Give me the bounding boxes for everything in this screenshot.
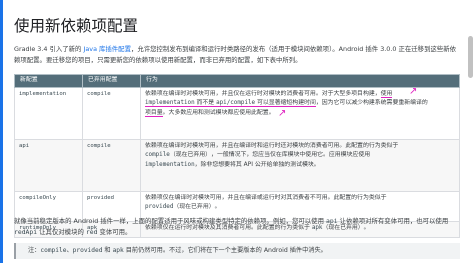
page-title: 使用新依赖项配置 bbox=[14, 17, 139, 35]
annotation-arrow-icon: ↗ bbox=[409, 86, 418, 97]
paragraph-text: 让其仅对模块的 bbox=[37, 227, 86, 236]
variant-paragraph: 就像当前稳定版本的 Android 插件一样，上面的配置适用于风味或构建类型特定… bbox=[14, 216, 460, 237]
cell-new-config: api bbox=[14, 139, 83, 192]
inline-code: redApi bbox=[14, 227, 38, 236]
scrollbar-thumb[interactable] bbox=[468, 36, 473, 78]
annotation-arrow-icon: ↗ bbox=[278, 108, 287, 119]
inline-code: apk bbox=[112, 247, 124, 254]
inline-code: provided bbox=[72, 247, 103, 254]
inline-code: red bbox=[85, 227, 98, 236]
behavior-text: ，除非您想要将其 API 公开给单独的测试模块。 bbox=[194, 161, 320, 168]
note-text: 目前仍然可用。不过，它们将在下一个主要版本的 Android 插件中消失。 bbox=[123, 247, 327, 254]
highlighted-text: 项目量 bbox=[145, 109, 163, 117]
left-accent-bar bbox=[0, 0, 3, 263]
deprecation-note: 注：compile、provided 和 apk 目前仍然可用。不过，它们将在下… bbox=[14, 243, 460, 259]
cell-new-config: implementation bbox=[14, 87, 83, 140]
inline-code: compile bbox=[145, 152, 170, 159]
java-library-plugin-link[interactable]: Java 库插件配置 bbox=[83, 45, 130, 53]
inline-code: api bbox=[326, 217, 338, 225]
intro-text-1: Gradle 3.4 引入了新的 bbox=[14, 45, 84, 53]
highlighted-code: api/compile bbox=[216, 100, 256, 108]
inline-code: compile bbox=[40, 247, 67, 254]
cell-deprecated-config: compile bbox=[82, 139, 141, 192]
behavior-text: （现在已弃用）。 bbox=[173, 204, 221, 211]
note-label: 注： bbox=[28, 247, 41, 254]
paragraph-text: 变体可用。 bbox=[97, 227, 132, 236]
note-text: 和 bbox=[102, 247, 113, 254]
cell-behavior: 依赖项在编译时对模块可用，并且在编译时和运行时还对模块的消费者可用。此配置的行为… bbox=[140, 139, 460, 192]
header-deprecated-config: 已弃用配置 bbox=[82, 74, 141, 88]
highlighted-text: 可以显著缩短构建时间 bbox=[255, 100, 316, 108]
highlighted-code: implementation bbox=[145, 100, 195, 108]
intro-paragraph: Gradle 3.4 引入了新的 Java 库插件配置，允许您控制发布到编译和运… bbox=[14, 44, 460, 65]
inline-code: implementation bbox=[145, 161, 195, 168]
table-header-row: 新配置 已弃用配置 行为 bbox=[14, 74, 460, 88]
table-row: implementation compile 依赖项在编译时对模块可用，并且仅在… bbox=[14, 87, 460, 140]
behavior-text: ，因为它可以减少构建系统需要重新编译的 bbox=[315, 100, 428, 107]
paragraph-text: 就像当前稳定版本的 Android 插件一样，上面的配置适用于风味或构建类型特定… bbox=[14, 217, 326, 225]
highlighted-text: 使用 bbox=[380, 91, 393, 98]
behavior-text: 依赖项在编译时对模块可用，并且在编译时和运行时还对模块的消费者可用。此配置的行为… bbox=[145, 143, 399, 149]
header-new-config: 新配置 bbox=[14, 74, 83, 88]
behavior-text: 依赖项在编译时对模块可用，并且仅在运行时对模块的消费者可用。对于大型多项目构建， bbox=[145, 91, 381, 97]
behavior-text: 依赖项仅在编译时对模块可用，并且在编译或运行时对其消费者不可用。此配置的行为类似… bbox=[145, 195, 387, 201]
highlighted-text: 而不是 bbox=[194, 100, 217, 108]
inline-code: provided bbox=[145, 204, 174, 211]
paragraph-text: 让依赖项对所有变体可用，也可以使用 bbox=[337, 217, 449, 225]
dependency-config-table: 新配置 已弃用配置 行为 implementation compile 依赖项在… bbox=[14, 74, 460, 238]
behavior-text: （现在已弃用），一般情况下，您应当仅在库模块中使用它。应用模块应使用 bbox=[169, 152, 371, 159]
table-row: api compile 依赖项在编译时对模块可用，并且在编译时和运行时还对模块的… bbox=[14, 139, 460, 192]
behavior-text: 。大多数应用和测试模块都应使用此配置。 bbox=[162, 109, 275, 116]
cell-deprecated-config: compile bbox=[82, 87, 141, 140]
